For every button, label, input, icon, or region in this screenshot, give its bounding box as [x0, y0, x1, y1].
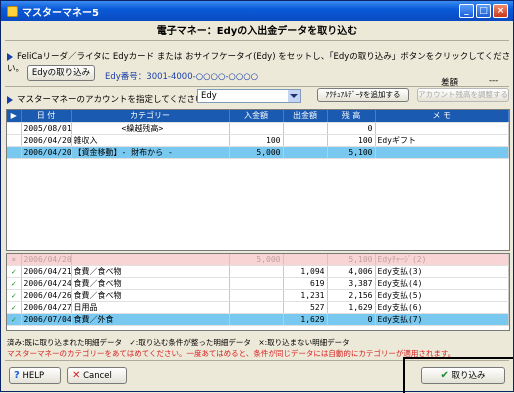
column-header[interactable]: カテゴリー: [71, 110, 230, 123]
x-icon: ✕: [72, 370, 81, 381]
callout-frame: [403, 357, 513, 393]
close-button[interactable]: ×: [493, 4, 508, 18]
app-window: マスターマネー5 _ □ × 電子マネー：Edyの入出金データを取り込む Fel…: [0, 0, 514, 393]
minimize-button[interactable]: _: [459, 4, 474, 18]
table-header: ▶ 日 付 カテゴリー 入金額 出金額 残 高 メ モ: [7, 110, 509, 123]
title-bar: マスターマネー5 _ □ ×: [1, 1, 513, 21]
column-header[interactable]: メ モ: [375, 110, 509, 123]
import-table: × 2006/04/20 5,000 5,100 Edyﾁｬｰｼﾞ(2) ✓ 2006/0…: [6, 253, 510, 331]
arrow-icon: [7, 52, 13, 61]
check-mark-icon[interactable]: ✓: [7, 277, 22, 290]
table-row[interactable]: ✓ 2006/04/21 食費／食べ物 1,094 4,006 Edy支払(3): [7, 265, 509, 278]
table-row-selected[interactable]: ✓ 2006/07/04 食費／外食 1,629 0 Edy支払(7): [7, 313, 509, 326]
add-actual-data-button[interactable]: ｱｸﾁｭｱﾙﾃﾞｰﾀを追加する: [317, 88, 409, 102]
table-row-excluded[interactable]: × 2006/04/20 5,000 5,100 Edyﾁｬｰｼﾞ(2): [7, 254, 509, 266]
column-header[interactable]: 入金額: [229, 110, 284, 123]
maximize-button[interactable]: □: [476, 4, 491, 18]
table-row[interactable]: ✓ 2006/04/24 食費／食べ物 619 3,387 Edy支払(4): [7, 277, 509, 290]
legend-text: 済み:既に取り込まれた明細データ ✓:取り込む条件が整った明細データ ×:取り込…: [7, 338, 350, 347]
difference-value: ---: [489, 76, 499, 86]
check-mark-icon[interactable]: ✓: [7, 265, 22, 278]
column-header[interactable]: 出金額: [283, 110, 328, 123]
category-note: マスターマネーのカテゴリーをあてはめてください。一度あてはめると、条件が同じデー…: [7, 349, 456, 358]
cancel-button[interactable]: ✕ Cancel: [67, 367, 127, 384]
table-row[interactable]: 2006/04/20 雑収入 100 100 Edyギフト: [7, 134, 509, 147]
window-title: マスターマネー5: [22, 7, 99, 19]
account-select[interactable]: Edy: [197, 89, 301, 103]
edy-number: Edy番号：3001-4000-○○○○-○○○○: [105, 72, 259, 82]
row-pointer-header: ▶: [7, 110, 22, 123]
table-row-selected[interactable]: 2006/04/20 【資金移動】- 財布から -5,000 5,100: [7, 146, 509, 159]
adjust-balance-button[interactable]: アカウント残高を調整する: [417, 88, 509, 102]
table-row[interactable]: ✓ 2006/04/27 日用品 527 1,629 Edy支払(6): [7, 301, 509, 314]
ledger-table: ▶ 日 付 カテゴリー 入金額 出金額 残 高 メ モ 2005/08/01 <…: [6, 109, 510, 251]
table-row[interactable]: ✓ 2006/04/26 食費／食べ物 1,231 2,156 Edy支払(5): [7, 289, 509, 302]
chevron-down-icon[interactable]: [288, 90, 300, 102]
help-button[interactable]: ? HELP: [9, 367, 61, 384]
divider: [5, 86, 509, 87]
arrow-icon: [7, 95, 13, 104]
app-icon: [7, 5, 18, 17]
edy-import-button[interactable]: Edyの取り込み: [27, 65, 95, 81]
check-mark-icon[interactable]: ✓: [7, 313, 22, 326]
dialog-title: 電子マネー：Edyの入出金データを取り込む: [5, 23, 509, 41]
help-icon: ?: [14, 370, 20, 381]
exclude-mark-icon[interactable]: ×: [7, 254, 22, 266]
column-header[interactable]: 残 高: [327, 110, 376, 123]
column-header[interactable]: 日 付: [21, 110, 72, 123]
account-instruction: マスターマネーのアカウントを指定してください。: [7, 93, 212, 105]
check-mark-icon[interactable]: ✓: [7, 289, 22, 302]
table-row[interactable]: 2005/08/01 <繰越残高> 0: [7, 122, 509, 135]
check-mark-icon[interactable]: ✓: [7, 301, 22, 314]
